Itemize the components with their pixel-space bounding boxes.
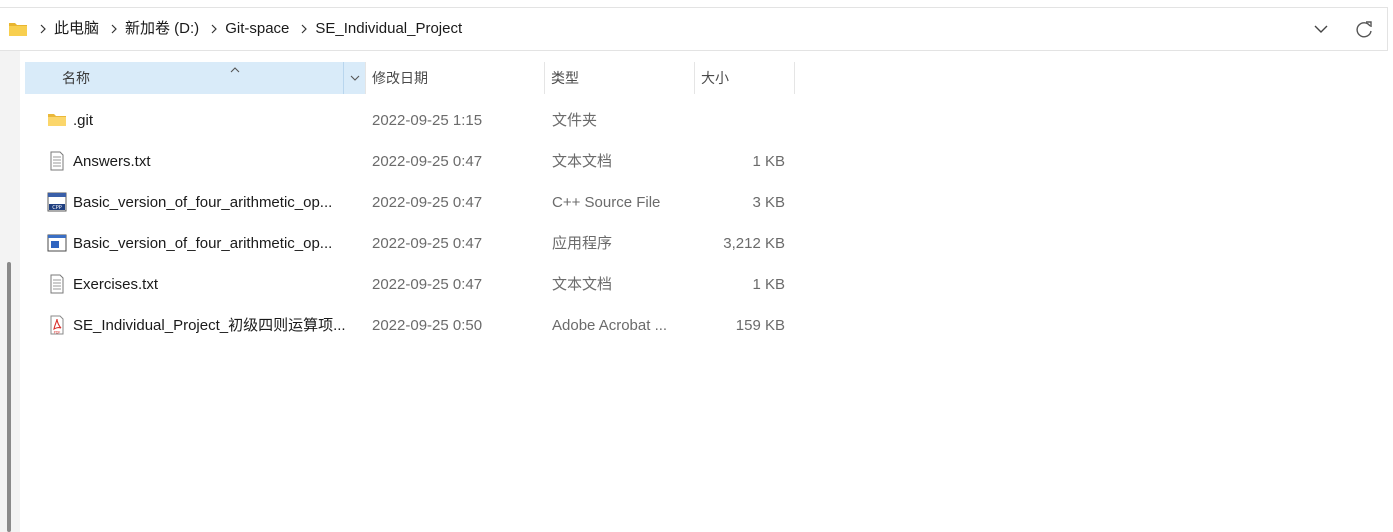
file-name: Basic_version_of_four_arithmetic_op... bbox=[73, 194, 333, 211]
svg-text:CPP: CPP bbox=[52, 205, 62, 211]
sort-ascending-icon bbox=[228, 62, 242, 73]
refresh-icon[interactable] bbox=[1353, 18, 1375, 40]
column-header-name[interactable]: 名称 bbox=[25, 62, 365, 94]
address-bar[interactable]: 此电脑 新加卷 (D:) Git-space SE_Individual_Pro… bbox=[0, 7, 1388, 51]
file-name: SE_Individual_Project_初级四则运算项... bbox=[73, 317, 346, 334]
text-file-icon bbox=[47, 274, 67, 294]
file-size: 1 KB bbox=[752, 153, 785, 170]
chevron-right-icon[interactable] bbox=[105, 8, 123, 50]
file-name: .git bbox=[73, 112, 94, 129]
file-type: 应用程序 bbox=[552, 235, 613, 252]
file-type: Adobe Acrobat ... bbox=[552, 317, 668, 334]
file-date: 2022-09-25 0:47 bbox=[372, 194, 483, 211]
file-size: 3 KB bbox=[752, 194, 785, 211]
file-row[interactable]: Exercises.txt 2022-09-25 0:47 文本文档 1 KB bbox=[25, 264, 795, 305]
breadcrumb-current-folder[interactable]: SE_Individual_Project bbox=[313, 8, 468, 50]
column-header-size[interactable]: 大小 bbox=[695, 62, 794, 94]
file-row[interactable]: CPP Basic_version_of_four_arithmetic_op.… bbox=[25, 182, 795, 223]
file-size: 1 KB bbox=[752, 276, 785, 293]
column-header-date[interactable]: 修改日期 bbox=[366, 62, 544, 94]
breadcrumb-drive[interactable]: 新加卷 (D:) bbox=[123, 8, 205, 50]
file-date: 2022-09-25 1:15 bbox=[372, 112, 483, 129]
file-date: 2022-09-25 0:47 bbox=[372, 235, 483, 252]
chevron-down-icon[interactable] bbox=[1310, 20, 1332, 38]
chevron-right-icon[interactable] bbox=[34, 8, 52, 50]
file-date: 2022-09-25 0:47 bbox=[372, 153, 483, 170]
cpp-file-icon: CPP bbox=[47, 192, 67, 212]
chevron-right-icon[interactable] bbox=[205, 8, 223, 50]
file-row[interactable]: PDF SE_Individual_Project_初级四则运算项... 202… bbox=[25, 305, 795, 346]
file-row[interactable]: .git 2022-09-25 1:15 文件夹 bbox=[25, 100, 795, 141]
file-size: 3,212 KB bbox=[723, 235, 785, 252]
file-type: 文件夹 bbox=[552, 112, 598, 129]
file-size: 159 KB bbox=[735, 317, 785, 334]
file-name: Basic_version_of_four_arithmetic_op... bbox=[73, 235, 333, 252]
file-name: Answers.txt bbox=[73, 153, 151, 170]
folder-icon bbox=[47, 110, 67, 130]
breadcrumb-git-space[interactable]: Git-space bbox=[223, 8, 295, 50]
file-date: 2022-09-25 0:47 bbox=[372, 276, 483, 293]
text-file-icon bbox=[47, 151, 67, 171]
application-icon bbox=[47, 233, 67, 253]
chevron-down-icon[interactable] bbox=[343, 62, 365, 94]
file-type: 文本文档 bbox=[552, 276, 613, 293]
column-label-type: 类型 bbox=[551, 70, 579, 86]
scrollbar-thumb[interactable] bbox=[7, 262, 11, 532]
file-date: 2022-09-25 0:50 bbox=[372, 317, 483, 334]
file-name: Exercises.txt bbox=[73, 276, 159, 293]
file-row[interactable]: Basic_version_of_four_arithmetic_op... 2… bbox=[25, 223, 795, 264]
file-type: C++ Source File bbox=[552, 194, 661, 211]
breadcrumb-this-pc[interactable]: 此电脑 bbox=[52, 8, 105, 50]
svg-text:PDF: PDF bbox=[54, 331, 61, 335]
column-divider[interactable] bbox=[794, 62, 795, 94]
column-label-name: 名称 bbox=[62, 70, 90, 86]
folder-icon bbox=[8, 20, 28, 41]
file-row[interactable]: Answers.txt 2022-09-25 0:47 文本文档 1 KB bbox=[25, 141, 795, 182]
file-type: 文本文档 bbox=[552, 153, 613, 170]
chevron-right-icon[interactable] bbox=[295, 8, 313, 50]
column-label-date: 修改日期 bbox=[372, 70, 428, 86]
pdf-file-icon: PDF bbox=[47, 315, 67, 335]
column-header-type[interactable]: 类型 bbox=[545, 62, 694, 94]
breadcrumb: 此电脑 新加卷 (D:) Git-space SE_Individual_Pro… bbox=[34, 8, 468, 50]
column-label-size: 大小 bbox=[701, 70, 729, 86]
